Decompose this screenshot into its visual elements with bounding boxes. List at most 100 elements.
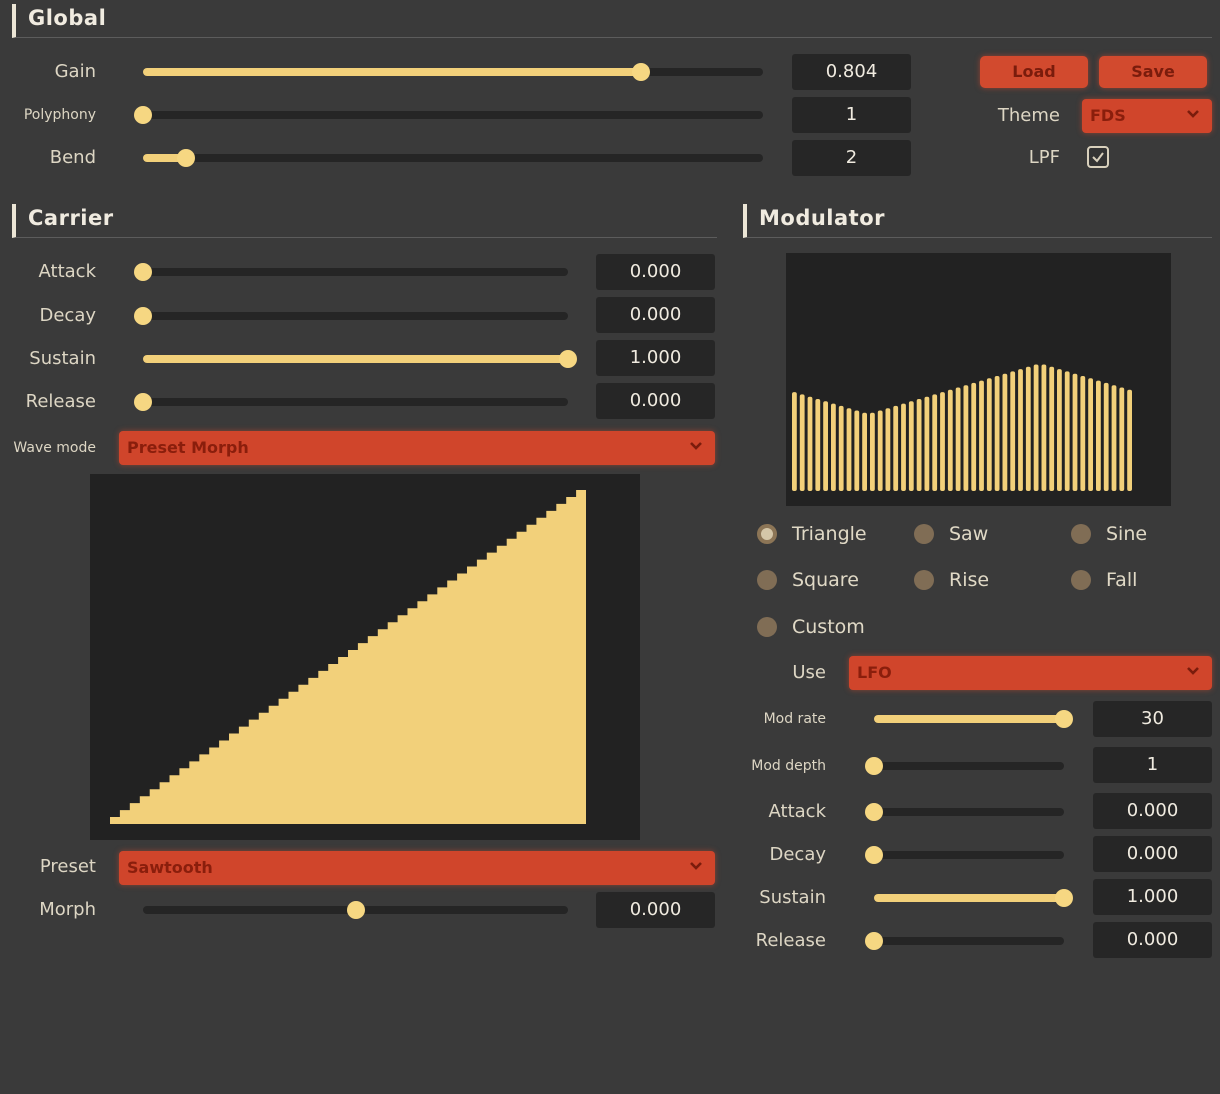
modulator-bar [1057, 369, 1062, 491]
modulator-bar [1119, 387, 1125, 491]
carrier-release-label: Release [25, 391, 96, 412]
carrier-attack-value[interactable]: 0.000 [596, 254, 715, 290]
modulator-bar [1033, 364, 1039, 491]
radio-sine-label[interactable]: Sine [1106, 522, 1147, 546]
radio-triangle[interactable] [757, 524, 777, 544]
mod-decay-slider-thumb[interactable] [865, 846, 883, 864]
modulator-bar [908, 401, 914, 491]
modulator-bar [893, 405, 899, 491]
gain-slider[interactable] [143, 63, 763, 81]
preset-dropdown[interactable]: Sawtooth [119, 851, 715, 885]
mod-release-slider-thumb[interactable] [865, 932, 883, 950]
carrier-release-slider[interactable] [134, 393, 568, 411]
modulator-bar [1096, 380, 1101, 491]
mod-rate-slider-thumb[interactable] [1055, 710, 1073, 728]
radio-sine[interactable] [1071, 524, 1091, 544]
sawtooth-waveform-shape [110, 490, 586, 824]
modulator-bar [986, 378, 992, 491]
modulator-bar [1010, 371, 1016, 491]
mod-release-slider[interactable] [865, 932, 1064, 950]
polyphony-value[interactable]: 1 [792, 97, 911, 133]
mod-sustain-value[interactable]: 1.000 [1093, 879, 1212, 915]
use-dropdown[interactable]: LFO [849, 656, 1212, 690]
mod-sustain-slider[interactable] [874, 889, 1073, 907]
mod-attack-slider-thumb[interactable] [865, 803, 883, 821]
mod-sustain-slider-thumb[interactable] [1055, 889, 1073, 907]
bend-slider-thumb[interactable] [177, 149, 196, 167]
morph-label: Morph [39, 899, 96, 920]
preset-dropdown-value: Sawtooth [127, 858, 213, 877]
modulator-waveform-display[interactable] [786, 253, 1171, 506]
morph-slider[interactable] [143, 901, 568, 919]
carrier-sustain-value[interactable]: 1.000 [596, 340, 715, 376]
radio-square-label[interactable]: Square [792, 568, 859, 592]
theme-dropdown[interactable]: FDS [1082, 99, 1212, 133]
modulator-bar [963, 385, 969, 491]
wave-mode-dropdown[interactable]: Preset Morph [119, 431, 715, 465]
morph-slider-thumb[interactable] [346, 901, 365, 919]
polyphony-slider-thumb[interactable] [134, 106, 152, 124]
mod-decay-value[interactable]: 0.000 [1093, 836, 1212, 872]
radio-triangle-label[interactable]: Triangle [792, 522, 867, 546]
radio-rise[interactable] [914, 570, 934, 590]
carrier-sustain-slider-fill [143, 355, 568, 363]
mod-depth-slider-thumb[interactable] [865, 757, 883, 775]
carrier-sustain-label: Sustain [29, 348, 96, 369]
bend-value[interactable]: 2 [792, 140, 911, 176]
mod-rate-value[interactable]: 30 [1093, 701, 1212, 737]
radio-fall-label[interactable]: Fall [1106, 568, 1137, 592]
polyphony-slider[interactable] [134, 106, 763, 124]
radio-fall[interactable] [1071, 570, 1091, 590]
gain-slider-thumb[interactable] [632, 63, 651, 81]
mod-decay-slider[interactable] [865, 846, 1064, 864]
mod-depth-value[interactable]: 1 [1093, 747, 1212, 783]
bend-slider[interactable] [143, 149, 763, 167]
mod-attack-value[interactable]: 0.000 [1093, 793, 1212, 829]
modulator-bar [862, 412, 867, 491]
mod-attack-slider[interactable] [865, 803, 1064, 821]
modulator-bar [1127, 389, 1132, 491]
mod-depth-slider[interactable] [865, 757, 1064, 775]
carrier-attack-slider[interactable] [134, 263, 568, 281]
carrier-sustain-slider[interactable] [143, 350, 577, 368]
carrier-decay-slider-thumb[interactable] [134, 307, 152, 325]
lpf-checkbox[interactable] [1087, 146, 1109, 168]
wave-mode-label: Wave mode [13, 440, 96, 456]
carrier-release-value[interactable]: 0.000 [596, 383, 715, 419]
modulator-bar [947, 389, 953, 491]
mod-rate-slider-fill [874, 715, 1064, 723]
mod-depth-label: Mod depth [751, 758, 826, 774]
radio-saw[interactable] [914, 524, 934, 544]
wave-mode-dropdown-value: Preset Morph [127, 438, 249, 457]
morph-value[interactable]: 0.000 [596, 892, 715, 928]
carrier-sustain-slider-thumb[interactable] [559, 350, 577, 368]
carrier-attack-slider-thumb[interactable] [134, 263, 152, 281]
mod-rate-slider[interactable] [874, 710, 1073, 728]
modulator-bar [854, 410, 860, 491]
radio-custom-label[interactable]: Custom [792, 615, 865, 639]
radio-custom[interactable] [757, 617, 777, 637]
modulator-bar [1080, 376, 1086, 491]
mod-rate-label: Mod rate [763, 711, 826, 727]
modulator-bar [979, 380, 984, 491]
carrier-section-header: Carrier [12, 204, 717, 238]
load-button[interactable]: Load [980, 56, 1088, 88]
carrier-attack-label: Attack [38, 261, 96, 282]
radio-rise-label[interactable]: Rise [949, 568, 989, 592]
modulator-bar [1025, 366, 1031, 491]
gain-value[interactable]: 0.804 [792, 54, 911, 90]
carrier-decay-value[interactable]: 0.000 [596, 297, 715, 333]
modulator-bar [1041, 364, 1047, 491]
carrier-decay-slider[interactable] [134, 307, 568, 325]
use-label: Use [792, 662, 826, 683]
carrier-decay-label: Decay [39, 305, 96, 326]
modulator-bar [1049, 366, 1055, 491]
mod-release-value[interactable]: 0.000 [1093, 922, 1212, 958]
carrier-waveform-display[interactable] [90, 474, 640, 840]
modulator-section-header: Modulator [743, 204, 1212, 238]
save-button[interactable]: Save [1099, 56, 1207, 88]
carrier-release-slider-thumb[interactable] [134, 393, 152, 411]
radio-square[interactable] [757, 570, 777, 590]
radio-saw-label[interactable]: Saw [949, 522, 988, 546]
modulator-bar [807, 396, 813, 491]
